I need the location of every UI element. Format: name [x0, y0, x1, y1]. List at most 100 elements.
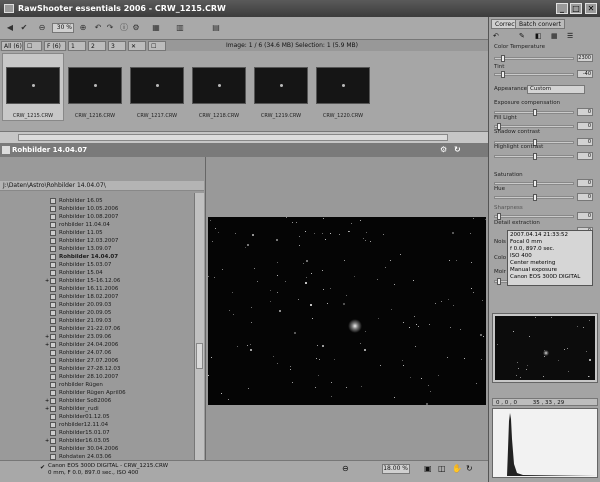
tab-other[interactable]: ☐: [148, 41, 166, 51]
tree-item[interactable]: Rohbilder 11.05: [50, 229, 103, 237]
hue-value[interactable]: 0: [577, 193, 593, 201]
thumbnail-image[interactable]: [6, 67, 60, 104]
path-field[interactable]: J:\Daten\Astro\Rohbilder 14.04.07\: [0, 181, 204, 191]
thumbnail-image[interactable]: [254, 67, 308, 104]
settings-icon[interactable]: ⚙: [440, 143, 447, 157]
tree-item[interactable]: Rohbilder 15.03.07: [50, 261, 111, 269]
scrollbar-thumb[interactable]: [196, 343, 203, 369]
shadow-contrast-value[interactable]: 0: [577, 138, 593, 146]
appearance-select[interactable]: Custom: [527, 85, 585, 94]
expand-toggle[interactable]: +: [45, 333, 50, 341]
fill-light-value[interactable]: 0: [577, 122, 593, 130]
tree-item[interactable]: Rohbilder 30.04.2006: [50, 445, 118, 453]
reset-icon[interactable]: ↶: [493, 32, 499, 40]
settings-icon[interactable]: ⚙: [130, 22, 142, 34]
tree-item[interactable]: Rohbilder 14.04.07: [50, 253, 118, 261]
tree-item[interactable]: Rohbilder16.03.05: [50, 437, 110, 445]
slider-knob[interactable]: [533, 180, 537, 187]
tree-item[interactable]: rohbilder12.11.04: [50, 421, 108, 429]
tree-item[interactable]: Rohbilder 21.09.03: [50, 317, 111, 325]
tab-3[interactable]: 3: [108, 41, 126, 51]
expand-toggle[interactable]: +: [45, 405, 50, 413]
refresh-icon[interactable]: ↻: [466, 464, 473, 473]
close-button[interactable]: ✕: [585, 3, 597, 14]
tree-item[interactable]: Rohbilder 27-28.12.03: [50, 365, 120, 373]
tab-2[interactable]: 2: [88, 41, 106, 51]
grid-view-icon[interactable]: ▦: [150, 22, 162, 34]
thumbnail-image[interactable]: [316, 67, 370, 104]
color-temperature-value[interactable]: 2300: [577, 54, 593, 62]
tint-value[interactable]: -40: [577, 70, 593, 78]
expand-toggle[interactable]: +: [45, 397, 50, 405]
slider-knob[interactable]: [501, 55, 505, 62]
tab-all[interactable]: All (6): [1, 41, 23, 51]
tree-item[interactable]: Rohbilder_rudi: [50, 405, 99, 413]
tab-unrated[interactable]: ☐: [24, 41, 42, 51]
thumbnail-image[interactable]: [130, 67, 184, 104]
exposure-value[interactable]: 0: [577, 108, 593, 116]
tree-item[interactable]: rohbilder Rügen: [50, 381, 103, 389]
fill-light-slider[interactable]: [494, 123, 574, 130]
tree-item[interactable]: Rohbilder 15-16.12.06: [50, 277, 120, 285]
slider-knob[interactable]: [497, 278, 501, 285]
color-temperature-slider[interactable]: [494, 55, 574, 62]
expand-toggle[interactable]: +: [45, 341, 50, 349]
sharpness-value[interactable]: 0: [577, 212, 593, 220]
tab-delete[interactable]: ✕: [128, 41, 146, 51]
zoom-slider-icon[interactable]: ⊖: [342, 464, 349, 473]
tree-item[interactable]: Rohbilder 23.09.06: [50, 333, 111, 341]
tree-item[interactable]: Rohbilder 13.09.07: [50, 245, 111, 253]
tree-item[interactable]: Rohbilder Rügen April06: [50, 389, 126, 397]
saturation-value[interactable]: 0: [577, 179, 593, 187]
thumbnail-scrollbar[interactable]: [0, 131, 488, 143]
zoom-in-icon[interactable]: ⊕: [77, 22, 89, 34]
slider-knob[interactable]: [533, 194, 537, 201]
expand-toggle[interactable]: +: [45, 277, 50, 285]
thumbnail-image[interactable]: [68, 67, 122, 104]
navigator-image[interactable]: [495, 316, 595, 380]
highlight-contrast-value[interactable]: 0: [577, 152, 593, 160]
split-icon[interactable]: ◫: [438, 464, 446, 473]
tree-item[interactable]: Rohbilder 10.08.2007: [50, 213, 118, 221]
tree-item[interactable]: Rohbilder So82006: [50, 397, 111, 405]
saturation-slider[interactable]: [494, 180, 574, 187]
slider-knob[interactable]: [533, 153, 537, 160]
slider-knob[interactable]: [501, 71, 505, 78]
hue-slider[interactable]: [494, 194, 574, 201]
back-icon[interactable]: ◀: [4, 22, 16, 34]
minimize-button[interactable]: _: [556, 3, 568, 14]
scrollbar-thumb[interactable]: [18, 134, 448, 141]
forward-icon[interactable]: ✔: [18, 22, 30, 34]
slider-knob[interactable]: [533, 109, 537, 116]
highlight-contrast-slider[interactable]: [494, 153, 574, 160]
tree-item[interactable]: Rohbilder 12.03.2007: [50, 237, 118, 245]
tree-item[interactable]: Rohbilder01.12.05: [50, 413, 110, 421]
rotate-left-icon[interactable]: ↶: [92, 22, 104, 34]
tree-item[interactable]: Rohbilder 16.11.2006: [50, 285, 118, 293]
preview-zoom-field[interactable]: 18.00 %: [382, 464, 410, 474]
tree-item[interactable]: Rohbilder 20.09.03: [50, 301, 111, 309]
tree-item[interactable]: Rohbilder 10.05.2006: [50, 205, 118, 213]
expand-toggle[interactable]: +: [45, 437, 50, 445]
tree-item[interactable]: Rohbilder 15.04: [50, 269, 103, 277]
tab-flagged[interactable]: F (6): [44, 41, 66, 51]
tree-scrollbar[interactable]: [194, 193, 204, 463]
maximize-button[interactable]: □: [570, 3, 582, 14]
preview-image[interactable]: [208, 217, 486, 405]
tree-item[interactable]: Rohbilder 24.07.06: [50, 349, 111, 357]
tree-item[interactable]: rohbilder 11.04.04: [50, 221, 110, 229]
tree-item[interactable]: Rohbilder 18.02.2007: [50, 293, 118, 301]
hand-icon[interactable]: ✋: [452, 464, 462, 473]
tree-item[interactable]: Rohbilder 16.05: [50, 197, 103, 205]
tree-item[interactable]: Rohbilder 21-22.07.06: [50, 325, 120, 333]
zoom-field[interactable]: 30 %: [52, 23, 74, 33]
info-icon[interactable]: ⓘ: [118, 22, 130, 34]
navigator[interactable]: [492, 313, 598, 383]
picker-icon[interactable]: ✎: [519, 32, 525, 40]
sharpness-slider[interactable]: [494, 213, 574, 220]
fit-icon[interactable]: ▣: [424, 464, 432, 473]
tree-item[interactable]: Rohbilder 28.10.2007: [50, 373, 118, 381]
zoom-out-icon[interactable]: ⊖: [36, 22, 48, 34]
menu-icon[interactable]: ☰: [567, 32, 573, 40]
layout-icon[interactable]: ▥: [174, 22, 186, 34]
